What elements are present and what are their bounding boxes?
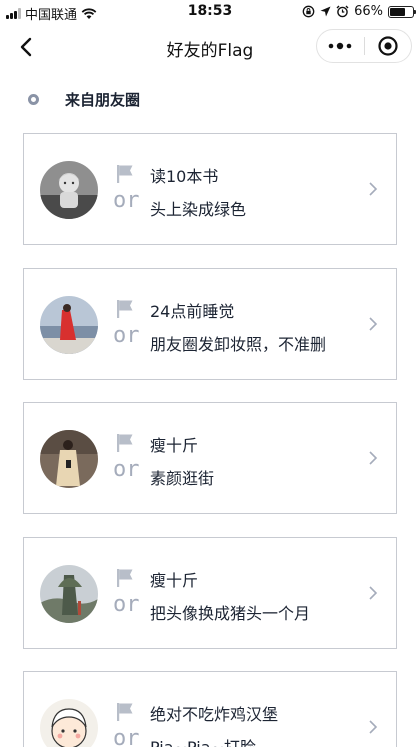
flag-card[interactable]: or 24点前睡觉 朋友圈发卸妆照，不准删 xyxy=(23,268,397,380)
flag-goal: 读10本书 xyxy=(150,167,219,186)
status-right: 66% xyxy=(302,4,416,19)
chevron-right-icon xyxy=(369,720,378,734)
flag-icon xyxy=(117,703,133,721)
chevron-right-icon xyxy=(369,451,378,465)
section-title: 来自朋友圈 xyxy=(65,90,141,109)
or-label: or xyxy=(113,188,140,213)
friend-avatar xyxy=(40,565,98,623)
or-label: or xyxy=(113,726,140,747)
flag-penalty: Pia~Pia~打脸 xyxy=(150,734,256,747)
flag-card[interactable]: or 读10本书 头上染成绿色 xyxy=(23,133,397,245)
friend-avatar xyxy=(40,430,98,488)
or-label: or xyxy=(113,457,140,482)
flag-icon xyxy=(117,165,133,183)
flag-goal: 绝对不吃炸鸡汉堡 xyxy=(150,705,279,724)
alarm-icon xyxy=(336,5,349,18)
flag-card[interactable]: or 绝对不吃炸鸡汉堡 Pia~Pia~打脸 xyxy=(23,671,397,747)
or-label: or xyxy=(113,592,140,617)
battery-percent: 66% xyxy=(354,4,383,19)
flag-goal: 瘦十斤 xyxy=(150,571,199,590)
flag-card[interactable]: or 瘦十斤 把头像换成猪头一个月 xyxy=(23,537,397,649)
ring-icon xyxy=(28,93,39,105)
target-close-icon xyxy=(378,36,398,56)
nav-bar: 好友的Flag xyxy=(0,24,420,70)
status-bar: 中国联通 18:53 66% xyxy=(0,0,420,24)
section-header: 来自朋友圈 xyxy=(28,88,140,110)
miniprogram-capsule xyxy=(316,29,412,63)
battery-icon xyxy=(388,5,416,18)
flag-goal: 24点前睡觉 xyxy=(150,302,235,321)
chevron-right-icon xyxy=(369,182,378,196)
close-miniprogram-button[interactable] xyxy=(365,30,412,62)
friend-avatar xyxy=(40,161,98,219)
more-dots-icon xyxy=(328,42,352,50)
lock-rotation-icon xyxy=(302,5,315,18)
more-button[interactable] xyxy=(317,30,364,62)
or-label: or xyxy=(113,323,140,348)
flag-penalty: 头上染成绿色 xyxy=(150,200,247,219)
flag-icon xyxy=(117,569,133,587)
flag-penalty: 朋友圈发卸妆照，不准删 xyxy=(150,335,327,354)
chevron-right-icon xyxy=(369,317,378,331)
friend-avatar xyxy=(40,699,98,747)
flag-icon xyxy=(117,300,133,318)
flag-penalty: 素颜逛街 xyxy=(150,469,215,488)
flag-icon xyxy=(117,434,133,452)
flag-penalty: 把头像换成猪头一个月 xyxy=(150,604,311,623)
friend-avatar xyxy=(40,296,98,354)
flag-goal: 瘦十斤 xyxy=(150,436,199,455)
battery-level xyxy=(390,7,405,16)
location-arrow-icon xyxy=(320,6,331,17)
chevron-right-icon xyxy=(369,586,378,600)
flag-card[interactable]: or 瘦十斤 素颜逛街 xyxy=(23,402,397,514)
